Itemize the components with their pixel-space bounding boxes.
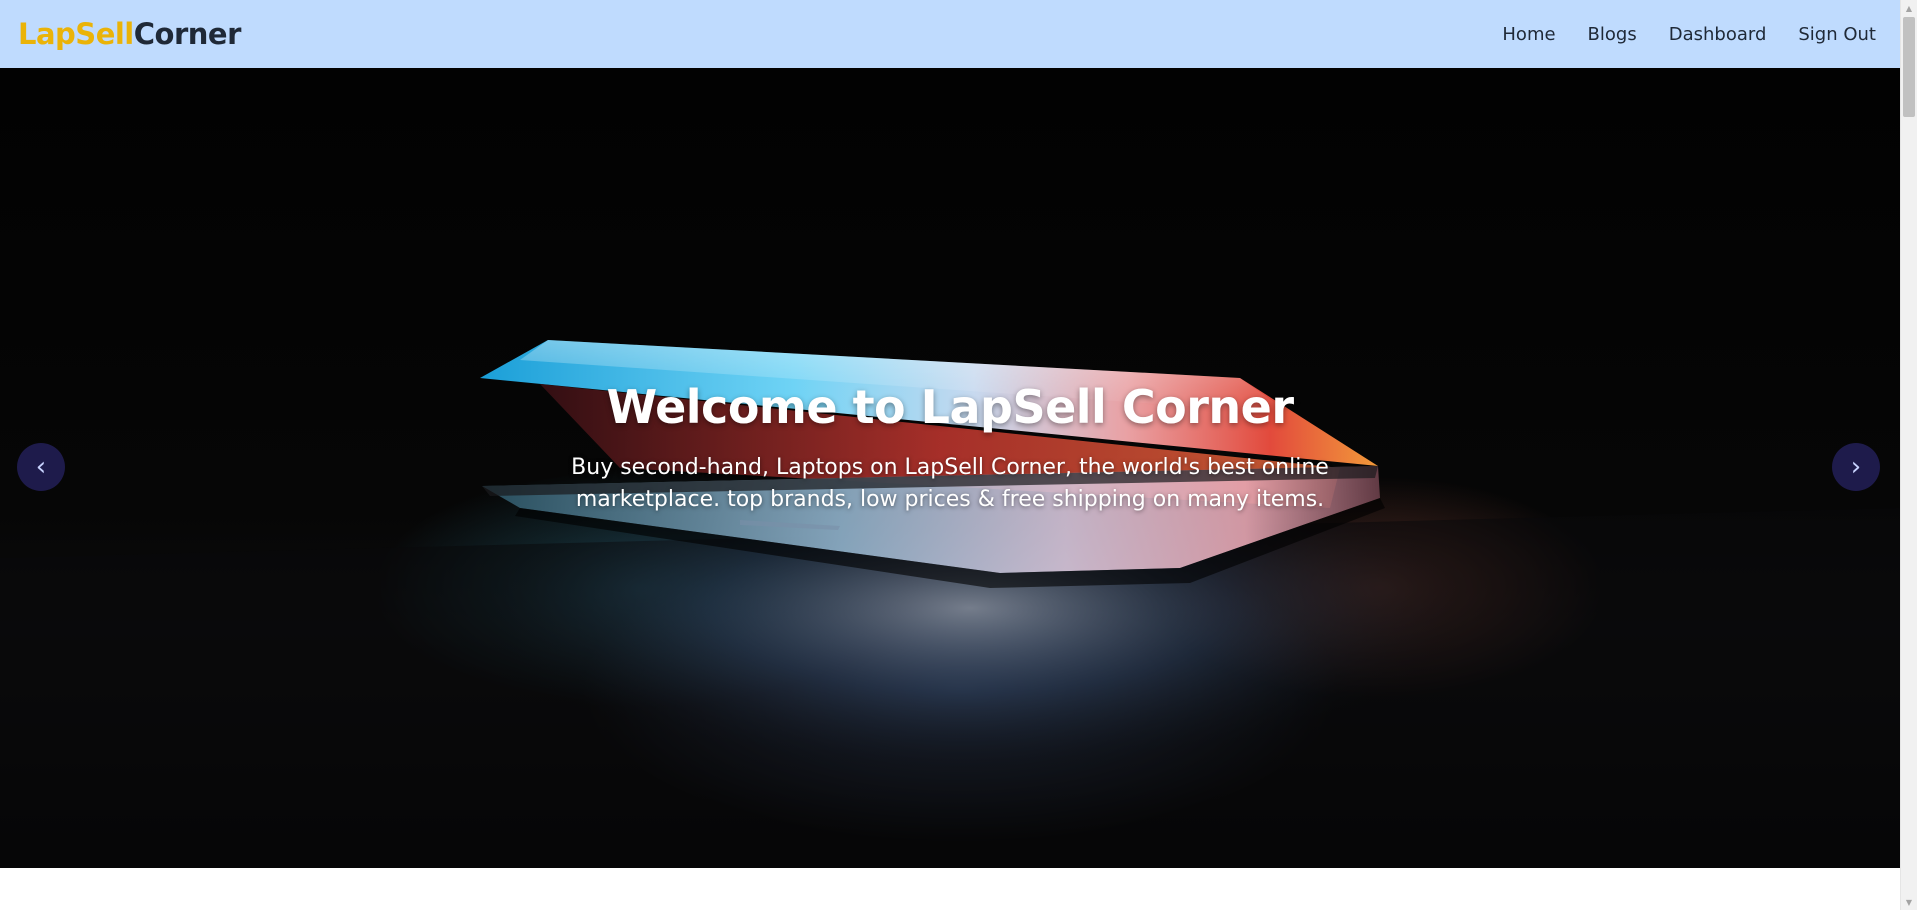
carousel-next-button[interactable]: › [1832, 443, 1880, 491]
nav-sign-out-link[interactable]: Sign Out [1798, 24, 1876, 45]
hero-carousel: Welcome to LapSell Corner Buy second-han… [0, 68, 1900, 868]
page: LapSell Corner Home Blogs Dashboard Sign … [0, 0, 1917, 910]
navbar: LapSell Corner Home Blogs Dashboard Sign … [0, 0, 1900, 68]
nav-dashboard-link[interactable]: Dashboard [1669, 24, 1767, 45]
site-logo[interactable]: LapSell Corner [18, 17, 241, 51]
main-nav: Home Blogs Dashboard Sign Out [1502, 24, 1876, 45]
page-content-below [0, 868, 1900, 910]
page-scrollbar[interactable]: ▲ ▼ [1900, 0, 1917, 910]
scroll-down-arrow-icon[interactable]: ▼ [1901, 894, 1917, 910]
chevron-right-icon: › [1850, 452, 1862, 482]
logo-text-lapsell: LapSell [18, 17, 134, 51]
hero-text: Welcome to LapSell Corner Buy second-han… [560, 380, 1340, 516]
hero-subtitle: Buy second-hand, Laptops on LapSell Corn… [571, 455, 1329, 512]
carousel-prev-button[interactable]: ‹ [17, 443, 65, 491]
nav-home-link[interactable]: Home [1502, 24, 1555, 45]
logo-text-corner: Corner [133, 17, 242, 51]
chevron-left-icon: ‹ [35, 452, 47, 482]
hero-title: Welcome to LapSell Corner [606, 380, 1294, 434]
scrollbar-thumb[interactable] [1903, 17, 1915, 117]
scroll-up-arrow-icon[interactable]: ▲ [1901, 0, 1917, 16]
nav-blogs-link[interactable]: Blogs [1588, 24, 1637, 45]
